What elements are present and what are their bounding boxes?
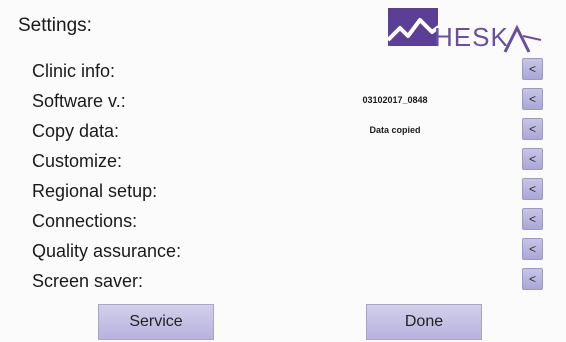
copy-data-button[interactable]: <: [522, 118, 543, 140]
service-button[interactable]: Service: [98, 304, 214, 340]
menu-row-clinic-info: Clinic info: <: [0, 56, 566, 86]
clinic-info-button[interactable]: <: [522, 58, 543, 80]
screen-saver-button[interactable]: <: [522, 268, 543, 290]
customize-button[interactable]: <: [522, 148, 543, 170]
menu-label: Software v.:: [32, 91, 126, 111]
menu-row-quality-assurance: Quality assurance: <: [0, 236, 566, 266]
copy-data-status: Data copied: [369, 125, 421, 135]
menu-label: Connections:: [32, 211, 138, 231]
menu-label: Copy data:: [32, 121, 120, 141]
logo-wordmark: HESK: [434, 22, 509, 52]
software-version-button[interactable]: <: [522, 88, 543, 110]
menu-row-copy-data: Copy data: Data copied <: [0, 116, 566, 146]
menu-label: Screen saver:: [32, 271, 144, 291]
regional-setup-button[interactable]: <: [522, 178, 543, 200]
menu-row-connections: Connections: <: [0, 206, 566, 236]
menu-row-customize: Customize: <: [0, 146, 566, 176]
menu-label: Customize:: [32, 151, 123, 171]
software-version-value: 03102017_0848: [362, 95, 428, 105]
page-title: Settings:: [18, 15, 92, 36]
menu-label: Regional setup:: [32, 181, 158, 201]
settings-screen: Settings: HESK Clinic info: < Software v…: [0, 0, 566, 342]
done-button[interactable]: Done: [366, 304, 482, 340]
menu-row-regional-setup: Regional setup: <: [0, 176, 566, 206]
menu-label: Clinic info:: [32, 61, 116, 81]
menu-label: Quality assurance:: [32, 241, 182, 261]
logo-a-glyph: [503, 24, 542, 53]
connections-button[interactable]: <: [522, 208, 543, 230]
heska-logo: HESK: [386, 6, 546, 56]
menu-row-software-version: Software v.: 03102017_0848 <: [0, 86, 566, 116]
quality-assurance-button[interactable]: <: [522, 238, 543, 260]
menu-row-screen-saver: Screen saver: <: [0, 266, 566, 296]
